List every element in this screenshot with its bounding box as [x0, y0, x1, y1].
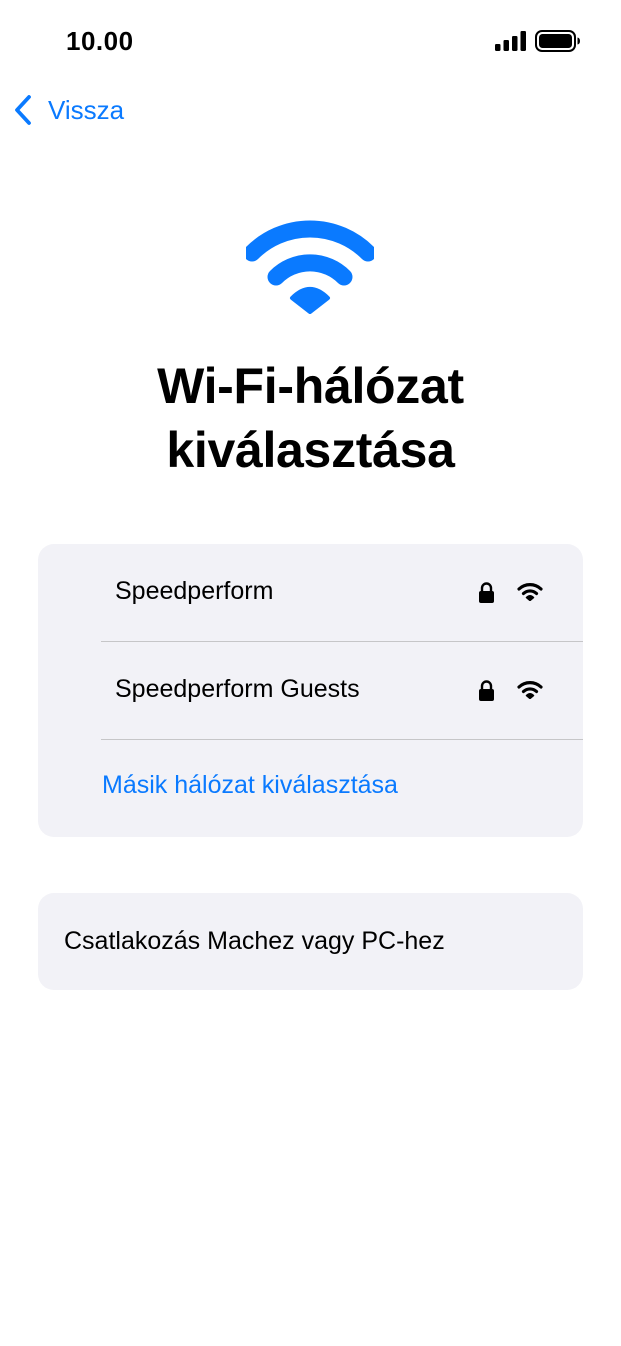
network-name: Speedperform Guests — [115, 675, 360, 703]
wifi-signal-icon — [517, 583, 543, 601]
status-bar: 10.00 — [0, 0, 621, 84]
wifi-icon — [246, 220, 374, 314]
network-name: Speedperform — [115, 577, 274, 605]
chevron-left-icon — [15, 95, 31, 125]
connect-to-computer-label: Csatlakozás Machez vagy PC-hez — [64, 927, 445, 955]
network-row-speedperform-guests[interactable]: Speedperform Guests — [38, 642, 583, 739]
network-list: Speedperform Speedperform Guests Másik h… — [38, 544, 583, 837]
page-title: Wi-Fi-hálózat kiválasztása — [157, 358, 464, 478]
status-time: 10.00 — [66, 26, 134, 56]
row-divider — [101, 739, 583, 740]
choose-other-network-link[interactable]: Másik hálózat kiválasztása — [102, 771, 398, 800]
back-button[interactable]: Vissza — [12, 90, 124, 130]
cellular-signal-icon — [495, 31, 526, 51]
back-button-label: Vissza — [48, 94, 125, 125]
lock-icon — [479, 582, 494, 603]
connect-to-computer-button[interactable]: Csatlakozás Machez vagy PC-hez — [38, 893, 583, 990]
wifi-signal-icon — [517, 681, 543, 699]
battery-icon — [535, 30, 580, 52]
lock-icon — [479, 680, 494, 701]
network-row-speedperform[interactable]: Speedperform — [38, 544, 583, 641]
